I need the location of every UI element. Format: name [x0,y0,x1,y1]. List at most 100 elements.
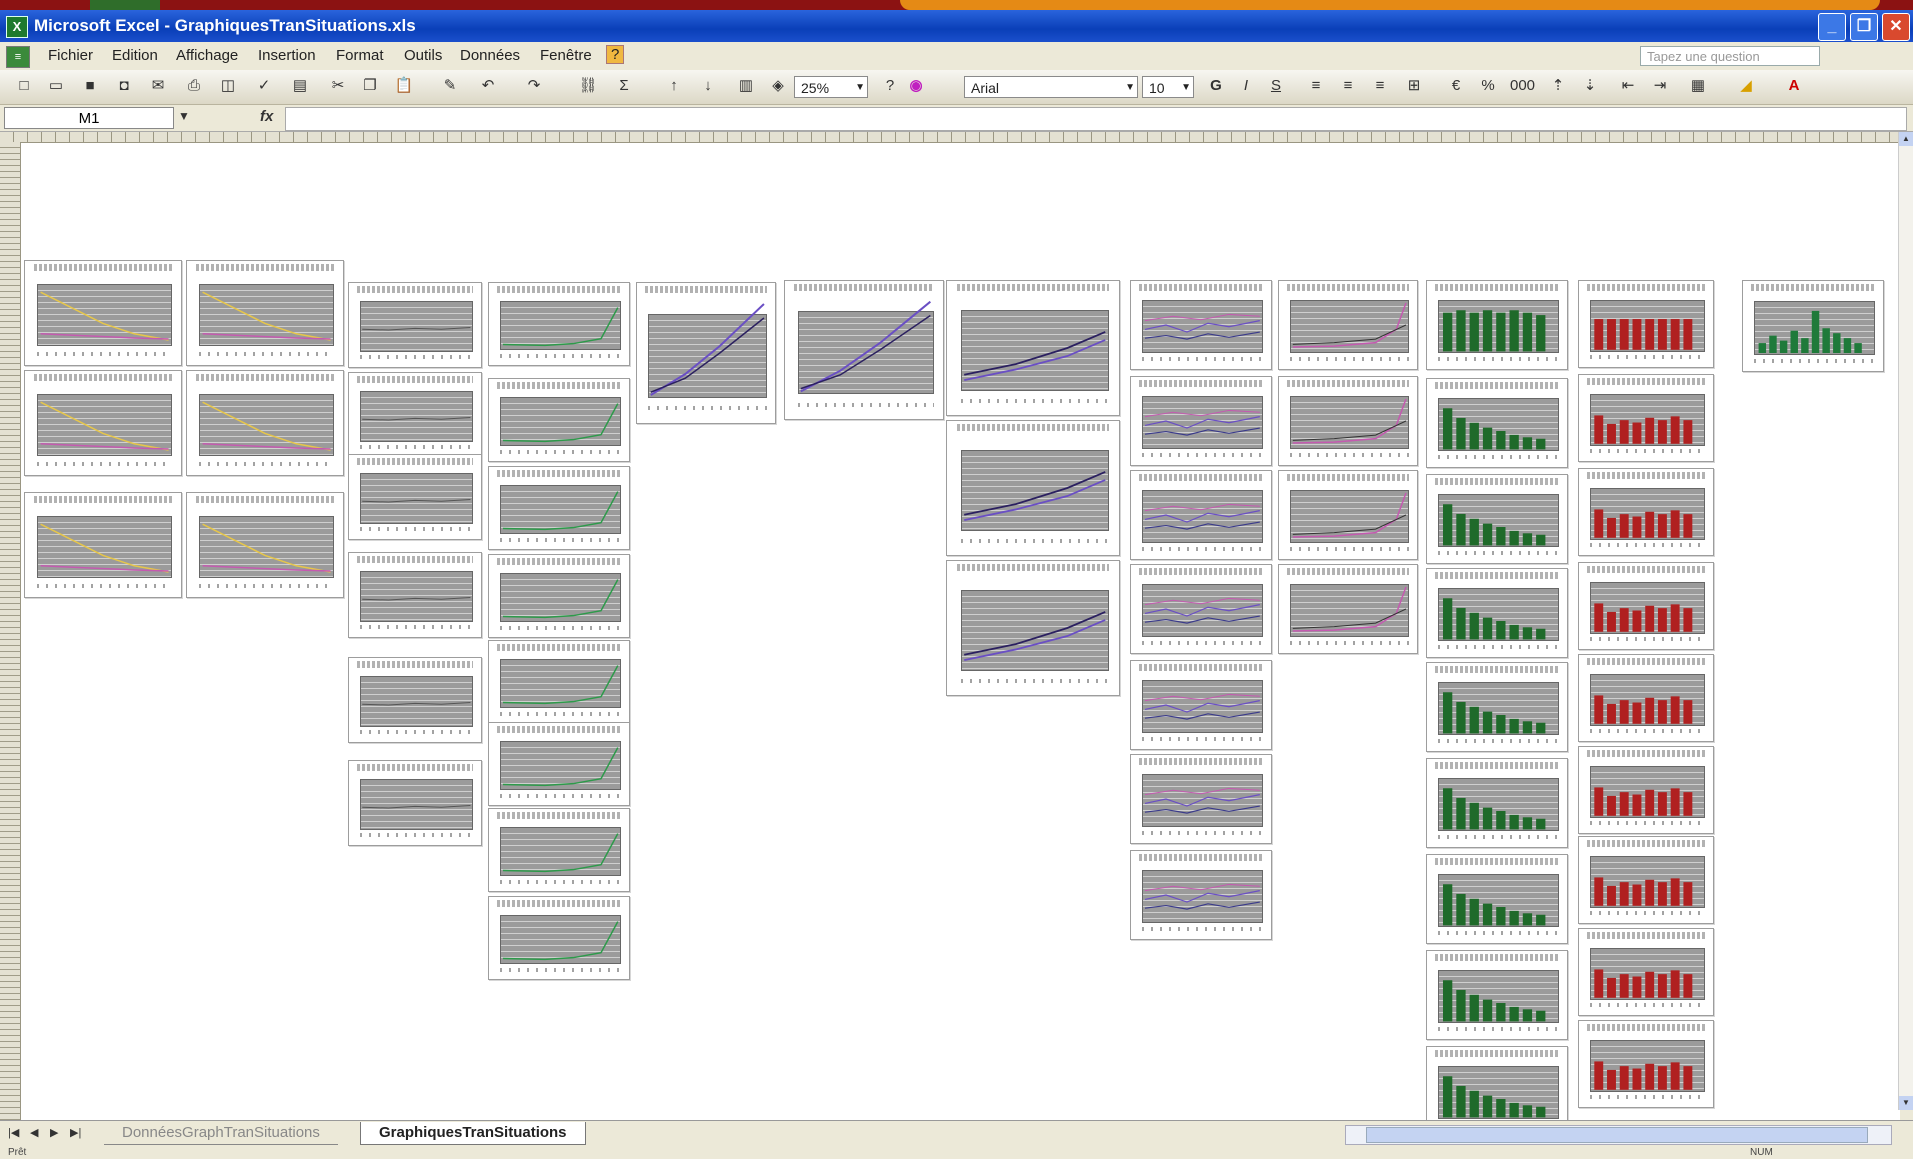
drawing-icon[interactable]: ◈ [768,76,788,96]
paste-icon[interactable]: 📋 [394,76,414,96]
spelling-icon[interactable]: ✓ [254,76,274,96]
chart-thumbnail[interactable] [1578,746,1714,834]
restore-button[interactable]: ❐ [1850,13,1878,41]
increase-decimal-icon[interactable]: ⇡ [1548,76,1568,96]
chart-thumbnail[interactable] [348,552,482,638]
sort-descending-icon[interactable]: ↓ [698,76,718,96]
chart-thumbnail[interactable] [1426,758,1568,848]
borders-icon[interactable]: ▦ [1688,76,1708,96]
chart-thumbnail[interactable] [348,454,482,540]
workbook-icon[interactable]: ≡ [6,46,30,68]
menu-insertion[interactable]: Insertion [258,47,316,64]
chart-thumbnail[interactable] [1278,376,1418,466]
ask-question-box[interactable]: Tapez une question [1640,46,1820,66]
chart-thumbnail[interactable] [348,372,482,458]
chart-thumbnail[interactable] [1130,754,1272,844]
chart-thumbnail[interactable] [1278,564,1418,654]
chart-thumbnail[interactable] [348,282,482,368]
menu-affichage[interactable]: Affichage [176,47,238,64]
chart-thumbnail[interactable] [488,722,630,806]
chart-thumbnail[interactable] [946,280,1120,416]
decrease-indent-icon[interactable]: ⇤ [1618,76,1638,96]
chart-thumbnail[interactable] [1426,378,1568,468]
underline-button[interactable]: S [1266,76,1286,96]
zoom-select[interactable]: 25% ▼ [794,76,868,98]
decrease-decimal-icon[interactable]: ⇣ [1580,76,1600,96]
cut-icon[interactable]: ✂ [328,76,348,96]
column-headers[interactable] [0,132,1900,143]
tab-donnees-graph[interactable]: DonnéesGraphTranSituations [104,1122,338,1145]
align-left-icon[interactable]: ≡ [1306,76,1326,96]
chart-thumbnail[interactable] [1578,654,1714,742]
new-file-icon[interactable]: □ [14,76,34,96]
permission-icon[interactable]: ◘ [114,76,134,96]
sort-ascending-icon[interactable]: ↑ [664,76,684,96]
chart-thumbnail[interactable] [946,560,1120,696]
email-icon[interactable]: ✉ [148,76,168,96]
prev-sheet-icon[interactable]: ◀ [30,1126,38,1139]
chart-thumbnail[interactable] [1578,1020,1714,1108]
chart-wizard-icon[interactable]: ▥ [736,76,756,96]
chart-thumbnail[interactable] [488,640,630,724]
chart-thumbnail[interactable] [1578,374,1714,462]
vertical-scrollbar[interactable]: ▲ ▼ [1898,132,1913,1110]
tab-graphiques[interactable]: GraphiquesTranSituations [360,1122,586,1145]
last-sheet-icon[interactable]: ▶| [70,1126,81,1139]
chart-thumbnail[interactable] [1426,662,1568,752]
chart-thumbnail[interactable] [1130,376,1272,466]
horizontal-scrollbar[interactable] [1345,1125,1892,1145]
chart-thumbnail[interactable] [24,260,182,366]
chart-thumbnail[interactable] [1578,562,1714,650]
chart-thumbnail[interactable] [488,554,630,638]
menu-donnees[interactable]: Données [460,47,520,64]
chevron-down-icon[interactable]: ▼ [178,109,190,123]
chart-thumbnail[interactable] [1130,564,1272,654]
excel-icon[interactable]: X [6,16,28,38]
autosum-icon[interactable]: Σ [614,76,634,96]
chart-thumbnail[interactable] [186,492,344,598]
office-assistant-icon[interactable]: ◉ [906,76,926,96]
worksheet-grid[interactable]: ▲ ▼ [0,132,1913,1136]
chart-thumbnail[interactable] [488,896,630,980]
menu-fenetre[interactable]: Fenêtre [540,47,592,64]
currency-icon[interactable]: € [1446,76,1466,96]
formula-input[interactable] [285,107,1907,131]
font-size-select[interactable]: 10 ▼ [1142,76,1194,98]
thousands-separator-icon[interactable]: 000 [1510,76,1535,96]
chart-thumbnail[interactable] [1130,470,1272,560]
chart-thumbnail[interactable] [1426,568,1568,658]
scroll-thumb[interactable] [1366,1127,1868,1143]
chart-thumbnail[interactable] [636,282,776,424]
font-select[interactable]: Arial ▼ [964,76,1138,98]
help-icon[interactable]: ? [880,76,900,96]
hyperlink-icon[interactable]: ⛓ [578,76,598,96]
chart-thumbnail[interactable] [1426,474,1568,564]
chart-thumbnail[interactable] [24,492,182,598]
undo-icon[interactable]: ↶ [478,76,498,96]
first-sheet-icon[interactable]: |◀ [8,1126,19,1139]
align-right-icon[interactable]: ≡ [1370,76,1390,96]
chart-thumbnail[interactable] [1578,468,1714,556]
open-folder-icon[interactable]: ▭ [46,76,66,96]
chart-thumbnail[interactable] [1130,660,1272,750]
menu-help[interactable]: ? [606,45,625,64]
chart-thumbnail[interactable] [488,378,630,462]
format-painter-icon[interactable]: ✎ [440,76,460,96]
menu-fichier[interactable]: Fichier [48,47,93,64]
research-icon[interactable]: ▤ [290,76,310,96]
percent-style-button[interactable]: % [1478,76,1498,96]
menu-edition[interactable]: Edition [112,47,158,64]
chart-thumbnail[interactable] [1578,928,1714,1016]
chart-thumbnail[interactable] [488,282,630,366]
save-icon[interactable]: ■ [80,76,100,96]
italic-button[interactable]: I [1236,76,1256,96]
merge-center-icon[interactable]: ⊞ [1404,76,1424,96]
chart-thumbnail[interactable] [1130,850,1272,940]
redo-icon[interactable]: ↷ [524,76,544,96]
chart-thumbnail[interactable] [348,760,482,846]
chart-thumbnail[interactable] [1426,950,1568,1040]
chart-thumbnail[interactable] [186,260,344,366]
row-headers[interactable] [0,142,21,1120]
chart-thumbnail[interactable] [1426,280,1568,370]
chart-thumbnail[interactable] [348,657,482,743]
